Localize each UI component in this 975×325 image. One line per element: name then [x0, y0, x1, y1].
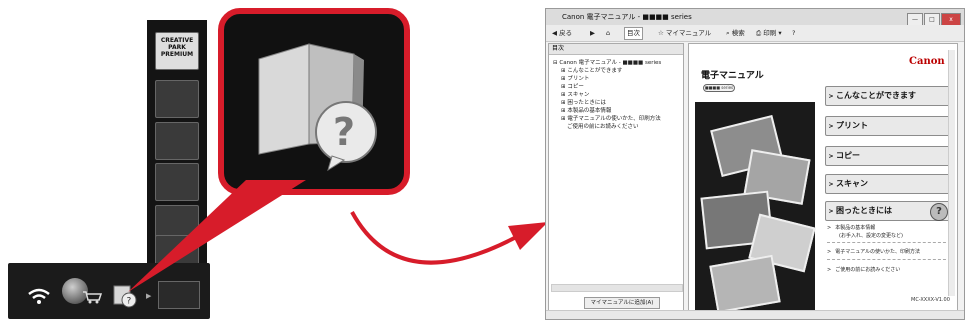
print-button[interactable]: ⎙ 印刷 ▾	[756, 25, 782, 41]
toc-pane: 目次 ⊟ Canon 電子マニュアル - ■■■■ series ⊞ こんなこと…	[548, 43, 684, 311]
toc-item[interactable]: ⊞ プリント	[561, 74, 589, 82]
add-to-my-manual-button[interactable]: マイマニュアルに追加(A)	[584, 297, 660, 309]
back-button[interactable]: ◀ 戻る	[552, 25, 572, 41]
nav-print[interactable]: > プリント	[825, 116, 953, 136]
chevron-right-icon: >	[827, 249, 832, 255]
chevron-right-icon: >	[828, 153, 834, 160]
nav-label: 困ったときには	[836, 206, 892, 215]
chevron-right-icon: >	[828, 181, 834, 188]
link-label: ご使用の前にお読みください	[835, 267, 901, 273]
chevron-right-icon: >	[828, 93, 834, 100]
toc-item[interactable]: ⊞ 電子マニュアルの使いかた、印刷方法	[561, 114, 661, 122]
nav-label: コピー	[836, 151, 860, 160]
content-pane: Canon 電子マニュアル ■■■■ series > こんなことができます > プ…	[688, 43, 958, 311]
arrow-head	[508, 222, 548, 250]
toc-header-label: 目次	[552, 45, 565, 52]
link-basic-info-sub: (お手入れ、設定の変更など)	[839, 233, 903, 239]
series-badge: ■■■■ series	[703, 84, 735, 92]
content-vertical-scrollbar[interactable]	[948, 50, 955, 296]
nav-label: こんなことができます	[836, 91, 916, 100]
manual-window: Canon 電子マニュアル - ■■■■ series — □ x ◀ 戻る ▶ ⌂…	[545, 8, 965, 320]
home-button[interactable]: ⌂	[606, 25, 610, 41]
nav-label: プリント	[836, 121, 868, 130]
window-title: Canon 電子マニュアル - ■■■■ series	[562, 13, 692, 21]
toc-button[interactable]: 目次	[624, 27, 643, 40]
search-button[interactable]: ⌕ 検索	[726, 25, 745, 41]
chevron-right-icon: >	[827, 225, 832, 231]
toc-horizontal-scrollbar[interactable]	[551, 284, 683, 292]
canon-logo: Canon	[909, 56, 945, 67]
nav-what-you-can-do[interactable]: > こんなことができます	[825, 86, 953, 106]
nav-copy[interactable]: > コピー	[825, 146, 953, 166]
nav-troubleshooting[interactable]: > 困ったときには?	[825, 201, 953, 221]
forward-button[interactable]: ▶	[590, 25, 595, 41]
window-titlebar: Canon 電子マニュアル - ■■■■ series — □ x	[546, 9, 964, 26]
link-read-first[interactable]: > ご使用の前にお読みください	[827, 266, 900, 273]
transition-arrow	[350, 211, 521, 265]
status-bar	[546, 310, 964, 319]
toc-item[interactable]: ⊞ スキャン	[561, 90, 589, 98]
divider	[827, 259, 951, 260]
divider	[827, 242, 951, 243]
photo-collage	[695, 102, 816, 310]
toolbar: ◀ 戻る ▶ ⌂ 目次 ☆ マイマニュアル ⌕ 検索 ⎙ 印刷 ▾ ?	[546, 25, 964, 42]
toc-item[interactable]: ⊞ 本製品の基本情報	[561, 106, 611, 114]
link-label: 電子マニュアルの使いかた、印刷方法	[835, 249, 921, 255]
nav-scan[interactable]: > スキャン	[825, 174, 953, 194]
nav-label: スキャン	[836, 179, 868, 188]
link-label: 本製品の基本情報	[835, 225, 876, 231]
manual-title: 電子マニュアル	[701, 71, 764, 81]
help-button[interactable]: ?	[792, 25, 795, 41]
toc-item[interactable]: ご使用の前にお読みください	[567, 122, 639, 130]
toc-item-root[interactable]: ⊟ Canon 電子マニュアル - ■■■■ series	[553, 58, 661, 66]
toc-header: 目次	[549, 44, 683, 55]
toc-item[interactable]: ⊞ こんなことができます	[561, 66, 622, 74]
photo-thumb	[709, 254, 781, 310]
toc-item[interactable]: ⊞ コピー	[561, 82, 584, 90]
chevron-right-icon: >	[828, 123, 834, 130]
toc-item[interactable]: ⊞ 困ったときには	[561, 98, 606, 106]
my-manual-button[interactable]: ☆ マイマニュアル	[658, 25, 711, 41]
chevron-right-icon: >	[828, 208, 834, 215]
version-text: MC-XXXX-V1.00	[911, 297, 950, 303]
link-basic-info[interactable]: > 本製品の基本情報	[827, 224, 875, 231]
chevron-right-icon: >	[827, 267, 832, 273]
link-how-to-use[interactable]: > 電子マニュアルの使いかた、印刷方法	[827, 248, 920, 255]
question-icon: ?	[930, 203, 948, 221]
